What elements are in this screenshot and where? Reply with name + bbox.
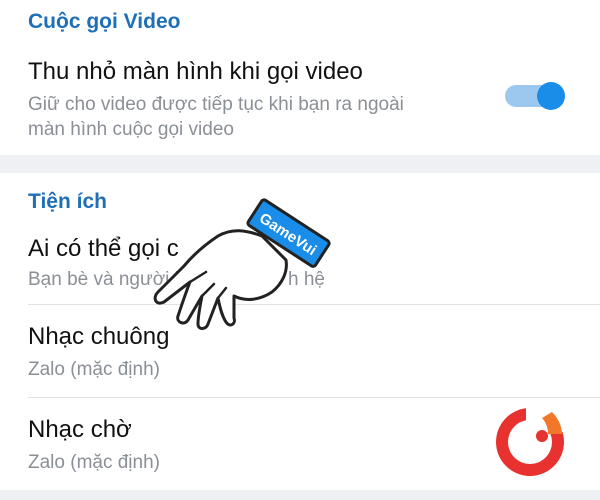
gamevui-logo-icon [496,406,570,476]
section-separator-bottom [0,490,600,500]
setting-subtitle-ringtone: Zalo (mặc định) [28,359,160,380]
toggle-knob [537,82,565,110]
setting-subtitle-ringback: Zalo (mặc định) [28,452,160,473]
setting-subtitle-video-pip-line2: màn hình cuộc gọi video [28,119,234,140]
pointing-hand-icon: GameVui [153,198,331,330]
setting-title-video-pip: Thu nhỏ màn hình khi gọi video [28,58,363,85]
section-header-utilities: Tiện ích [28,190,107,213]
section-separator [0,155,600,173]
setting-title-ringback: Nhạc chờ [28,416,132,443]
setting-title-ringtone: Nhạc chuông [28,323,170,350]
video-pip-toggle[interactable] [505,82,565,110]
section-header-video-call: Cuộc gọi Video [28,10,181,33]
